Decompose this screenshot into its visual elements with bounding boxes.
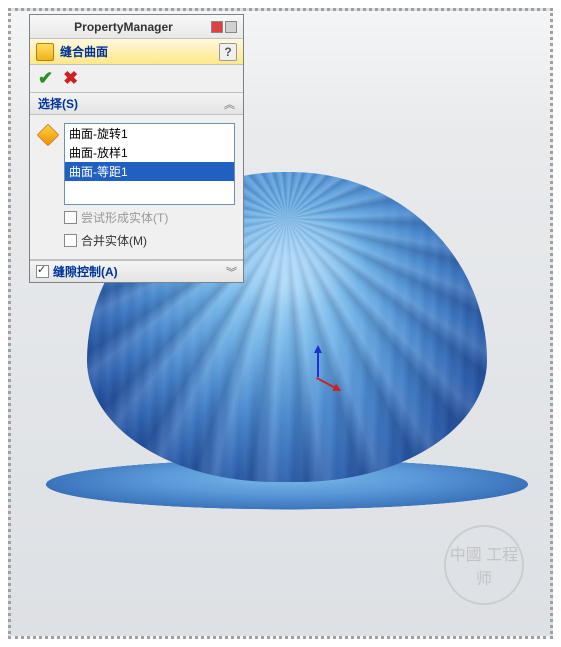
watermark: 中國 工程师 [444, 525, 524, 605]
merge-checkbox[interactable] [64, 234, 77, 247]
chevron-down-icon: ︾ [226, 264, 237, 280]
try-solid-checkbox [64, 211, 77, 224]
list-item[interactable]: 曲面-旋转1 [65, 124, 234, 143]
feature-title: 缝合曲面 [60, 43, 219, 60]
z-axis-icon [317, 347, 319, 377]
selection-section: 选择(S) ︽ 曲面-旋转1 曲面-放样1 曲面-等距1 尝试形成实体(T) 合… [30, 93, 243, 260]
cancel-button[interactable]: ✖ [63, 68, 78, 89]
ok-button[interactable]: ✔ [38, 68, 53, 89]
knit-surface-icon [36, 43, 54, 61]
pushpin-icon[interactable] [225, 21, 237, 33]
try-solid-label: 尝试形成实体(T) [81, 209, 168, 226]
pm-title: PropertyManager [36, 20, 211, 34]
pm-titlebar: PropertyManager [30, 15, 243, 39]
surface-select-icon [37, 124, 60, 147]
selection-header[interactable]: 选择(S) ︽ [30, 93, 243, 115]
x-axis-icon [316, 377, 340, 391]
chevron-up-icon: ︽ [224, 96, 235, 112]
action-row: ✔ ✖ [30, 65, 243, 93]
gap-control-section[interactable]: 缝隙控制(A) ︾ [30, 260, 243, 282]
list-item[interactable]: 曲面-放样1 [65, 143, 234, 162]
feature-header: 缝合曲面 ? [30, 39, 243, 65]
help-button[interactable]: ? [219, 43, 237, 61]
pin-icon[interactable] [211, 21, 223, 33]
gap-control-checkbox[interactable] [36, 265, 49, 278]
property-manager-panel: PropertyManager 缝合曲面 ? ✔ ✖ 选择(S) ︽ 曲面-旋转… [29, 14, 244, 283]
gap-control-title: 缝隙控制(A) [53, 263, 140, 280]
origin-triad[interactable] [292, 352, 342, 402]
list-item[interactable]: 曲面-等距1 [65, 162, 234, 181]
merge-label: 合并实体(M) [81, 232, 147, 249]
selection-title: 选择(S) [38, 95, 224, 112]
selection-list[interactable]: 曲面-旋转1 曲面-放样1 曲面-等距1 [64, 123, 235, 205]
